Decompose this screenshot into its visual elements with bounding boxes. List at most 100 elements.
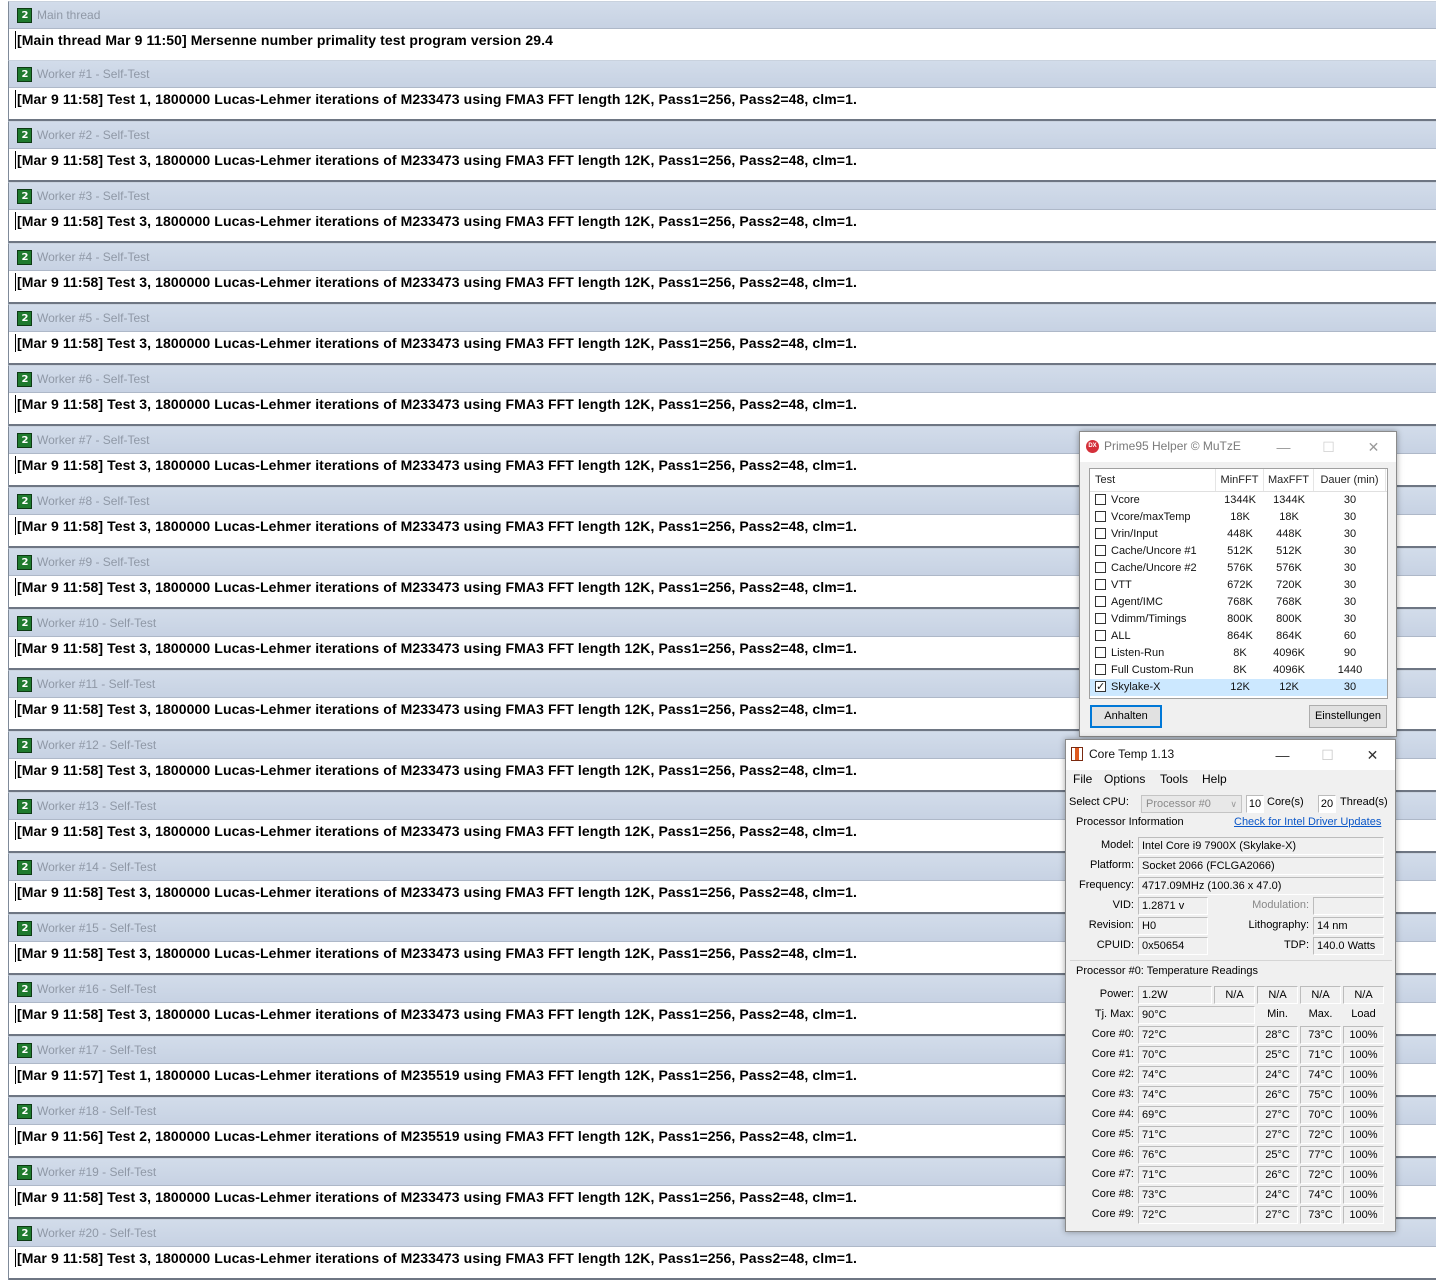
settings-button[interactable]: Einstellungen: [1309, 705, 1387, 728]
worker-log[interactable]: [Mar 9 11:58] Test 1, 1800000 Lucas-Lehm…: [9, 88, 1436, 121]
worker-window[interactable]: 2 Main thread [Main thread Mar 9 11:50] …: [8, 1, 1436, 62]
max-fft: 12K: [1279, 681, 1299, 693]
menu-file[interactable]: File: [1073, 772, 1092, 786]
core-min: 25°C: [1257, 1046, 1298, 1064]
checkbox[interactable]: [1095, 562, 1106, 573]
max-fft: 1344K: [1273, 494, 1305, 506]
close-icon[interactable]: ✕: [1351, 432, 1396, 462]
worker-log[interactable]: [Mar 9 11:58] Test 3, 1800000 Lucas-Lehm…: [9, 210, 1436, 243]
helper-titlebar[interactable]: DX Prime95 Helper © MuTzE — ☐ ✕: [1080, 432, 1396, 462]
col-minfft[interactable]: MinFFT: [1216, 469, 1264, 491]
worker-window[interactable]: 2 Worker #5 - Self-Test [Mar 9 11:58] Te…: [8, 304, 1436, 365]
worker-titlebar[interactable]: 2 Worker #4 - Self-Test: [9, 244, 1436, 271]
checkbox[interactable]: [1095, 647, 1106, 658]
core-label: Core #3:: [1091, 1088, 1134, 1100]
menu-help[interactable]: Help: [1202, 772, 1227, 786]
test-list-item[interactable]: Cache/Uncore #1 512K 512K 30: [1090, 543, 1387, 560]
worker-titlebar[interactable]: 2 Worker #6 - Self-Test: [9, 366, 1436, 393]
worker-log-line: [Mar 9 11:58] Test 3, 1800000 Lucas-Lehm…: [17, 274, 857, 290]
maximize-icon[interactable]: ☐: [1305, 740, 1350, 770]
close-icon[interactable]: ✕: [1350, 740, 1395, 770]
test-list-item[interactable]: Vdimm/Timings 800K 800K 30: [1090, 611, 1387, 628]
select-cpu-dropdown[interactable]: Processor #0 ∨: [1141, 795, 1242, 813]
test-list-item[interactable]: ALL 864K 864K 60: [1090, 628, 1387, 645]
minimize-icon[interactable]: —: [1260, 740, 1305, 770]
worker-log[interactable]: [Mar 9 11:58] Test 3, 1800000 Lucas-Lehm…: [9, 1247, 1436, 1280]
test-name: Vcore: [1111, 494, 1140, 506]
test-list-item[interactable]: Skylake-X 12K 12K 30: [1090, 679, 1387, 696]
worker-title: Worker #11 - Self-Test: [37, 677, 156, 691]
core-max: 73°C: [1300, 1026, 1341, 1044]
frequency-label: Frequency:: [1078, 879, 1134, 891]
max-fft: 768K: [1276, 596, 1302, 608]
menu-tools[interactable]: Tools: [1160, 772, 1188, 786]
worker-log[interactable]: [Mar 9 11:58] Test 3, 1800000 Lucas-Lehm…: [9, 393, 1436, 426]
checkbox[interactable]: [1095, 511, 1106, 522]
checkbox[interactable]: [1095, 679, 1106, 696]
power-gpu: N/A: [1343, 986, 1384, 1004]
max-fft: 576K: [1276, 562, 1302, 574]
menu-options[interactable]: Options: [1104, 772, 1145, 786]
worker-window[interactable]: 2 Worker #4 - Self-Test [Mar 9 11:58] Te…: [8, 243, 1436, 304]
revision-label: Revision:: [1088, 919, 1134, 931]
worker-titlebar[interactable]: 2 Worker #3 - Self-Test: [9, 183, 1436, 210]
prime95-icon: 2: [17, 1226, 32, 1241]
worker-log[interactable]: [Mar 9 11:58] Test 3, 1800000 Lucas-Lehm…: [9, 271, 1436, 304]
worker-log[interactable]: [Mar 9 11:58] Test 3, 1800000 Lucas-Lehm…: [9, 149, 1436, 182]
test-list-item[interactable]: Vrin/Input 448K 448K 30: [1090, 526, 1387, 543]
test-list-item[interactable]: VTT 672K 720K 30: [1090, 577, 1387, 594]
test-list-item[interactable]: Listen-Run 8K 4096K 90: [1090, 645, 1387, 662]
worker-titlebar[interactable]: 2 Worker #2 - Self-Test: [9, 122, 1436, 149]
core-label: Core #4:: [1091, 1108, 1134, 1120]
worker-log-line: [Mar 9 11:56] Test 2, 1800000 Lucas-Lehm…: [17, 1128, 857, 1144]
test-list-item[interactable]: Cache/Uncore #2 576K 576K 30: [1090, 560, 1387, 577]
intel-driver-link[interactable]: Check for Intel Driver Updates: [1234, 816, 1381, 828]
col-maxfft[interactable]: MaxFFT: [1264, 469, 1314, 491]
checkbox[interactable]: [1095, 528, 1106, 539]
checkbox[interactable]: [1095, 596, 1106, 607]
test-name: Cache/Uncore #1: [1111, 545, 1197, 557]
stop-button[interactable]: Anhalten: [1090, 705, 1162, 728]
worker-titlebar[interactable]: 2 Worker #5 - Self-Test: [9, 305, 1436, 332]
worker-log[interactable]: [Mar 9 11:58] Test 3, 1800000 Lucas-Lehm…: [9, 332, 1436, 365]
core-load: 100%: [1343, 1166, 1384, 1184]
duration: 30: [1343, 494, 1357, 506]
min-fft: 800K: [1227, 613, 1253, 625]
checkbox[interactable]: [1095, 664, 1106, 675]
worker-titlebar[interactable]: 2 Main thread: [9, 2, 1436, 29]
coretemp-titlebar[interactable]: Core Temp 1.13 — ☐ ✕: [1066, 740, 1395, 770]
checkbox[interactable]: [1095, 545, 1106, 556]
checkbox[interactable]: [1095, 494, 1106, 505]
col-duration[interactable]: Dauer (min): [1314, 469, 1386, 491]
worker-window[interactable]: 2 Worker #6 - Self-Test [Mar 9 11:58] Te…: [8, 365, 1436, 426]
test-list-item[interactable]: Agent/IMC 768K 768K 30: [1090, 594, 1387, 611]
col-test[interactable]: Test: [1090, 469, 1216, 491]
worker-title: Worker #13 - Self-Test: [37, 799, 157, 813]
maximize-icon[interactable]: ☐: [1306, 432, 1351, 462]
checkbox[interactable]: [1095, 630, 1106, 641]
test-list[interactable]: Test MinFFT MaxFFT Dauer (min) Vcore 134…: [1089, 468, 1388, 699]
coretemp-window[interactable]: Core Temp 1.13 — ☐ ✕ File Options Tools …: [1065, 739, 1396, 1232]
minimize-icon[interactable]: —: [1261, 432, 1306, 462]
checkbox[interactable]: [1095, 579, 1106, 590]
lithography-label: Lithography:: [1248, 919, 1309, 931]
worker-log-line: [Mar 9 11:58] Test 3, 1800000 Lucas-Lehm…: [17, 457, 857, 473]
worker-log[interactable]: [Main thread Mar 9 11:50] Mersenne numbe…: [9, 29, 1436, 62]
test-list-item[interactable]: Full Custom-Run 8K 4096K 1440: [1090, 662, 1387, 679]
worker-log-line: [Mar 9 11:58] Test 3, 1800000 Lucas-Lehm…: [17, 945, 857, 961]
prime95-icon: 2: [17, 1104, 32, 1119]
test-list-item[interactable]: Vcore 1344K 1344K 30: [1090, 492, 1387, 509]
worker-title: Worker #16 - Self-Test: [37, 982, 157, 996]
checkbox[interactable]: [1095, 613, 1106, 624]
worker-title: Worker #10 - Self-Test: [37, 616, 157, 630]
worker-log-line: [Mar 9 11:58] Test 3, 1800000 Lucas-Lehm…: [17, 823, 857, 839]
worker-titlebar[interactable]: 2 Worker #1 - Self-Test: [9, 61, 1436, 88]
worker-window[interactable]: 2 Worker #3 - Self-Test [Mar 9 11:58] Te…: [8, 182, 1436, 243]
duration: 30: [1343, 528, 1357, 540]
worker-window[interactable]: 2 Worker #2 - Self-Test [Mar 9 11:58] Te…: [8, 121, 1436, 182]
prime95-helper-window[interactable]: DX Prime95 Helper © MuTzE — ☐ ✕ Test Min…: [1079, 431, 1397, 737]
temperature-readings-group: Processor #0: Temperature Readings: [1076, 965, 1259, 977]
min-fft: 768K: [1227, 596, 1253, 608]
worker-window[interactable]: 2 Worker #1 - Self-Test [Mar 9 11:58] Te…: [8, 60, 1436, 121]
test-list-item[interactable]: Vcore/maxTemp 18K 18K 30: [1090, 509, 1387, 526]
